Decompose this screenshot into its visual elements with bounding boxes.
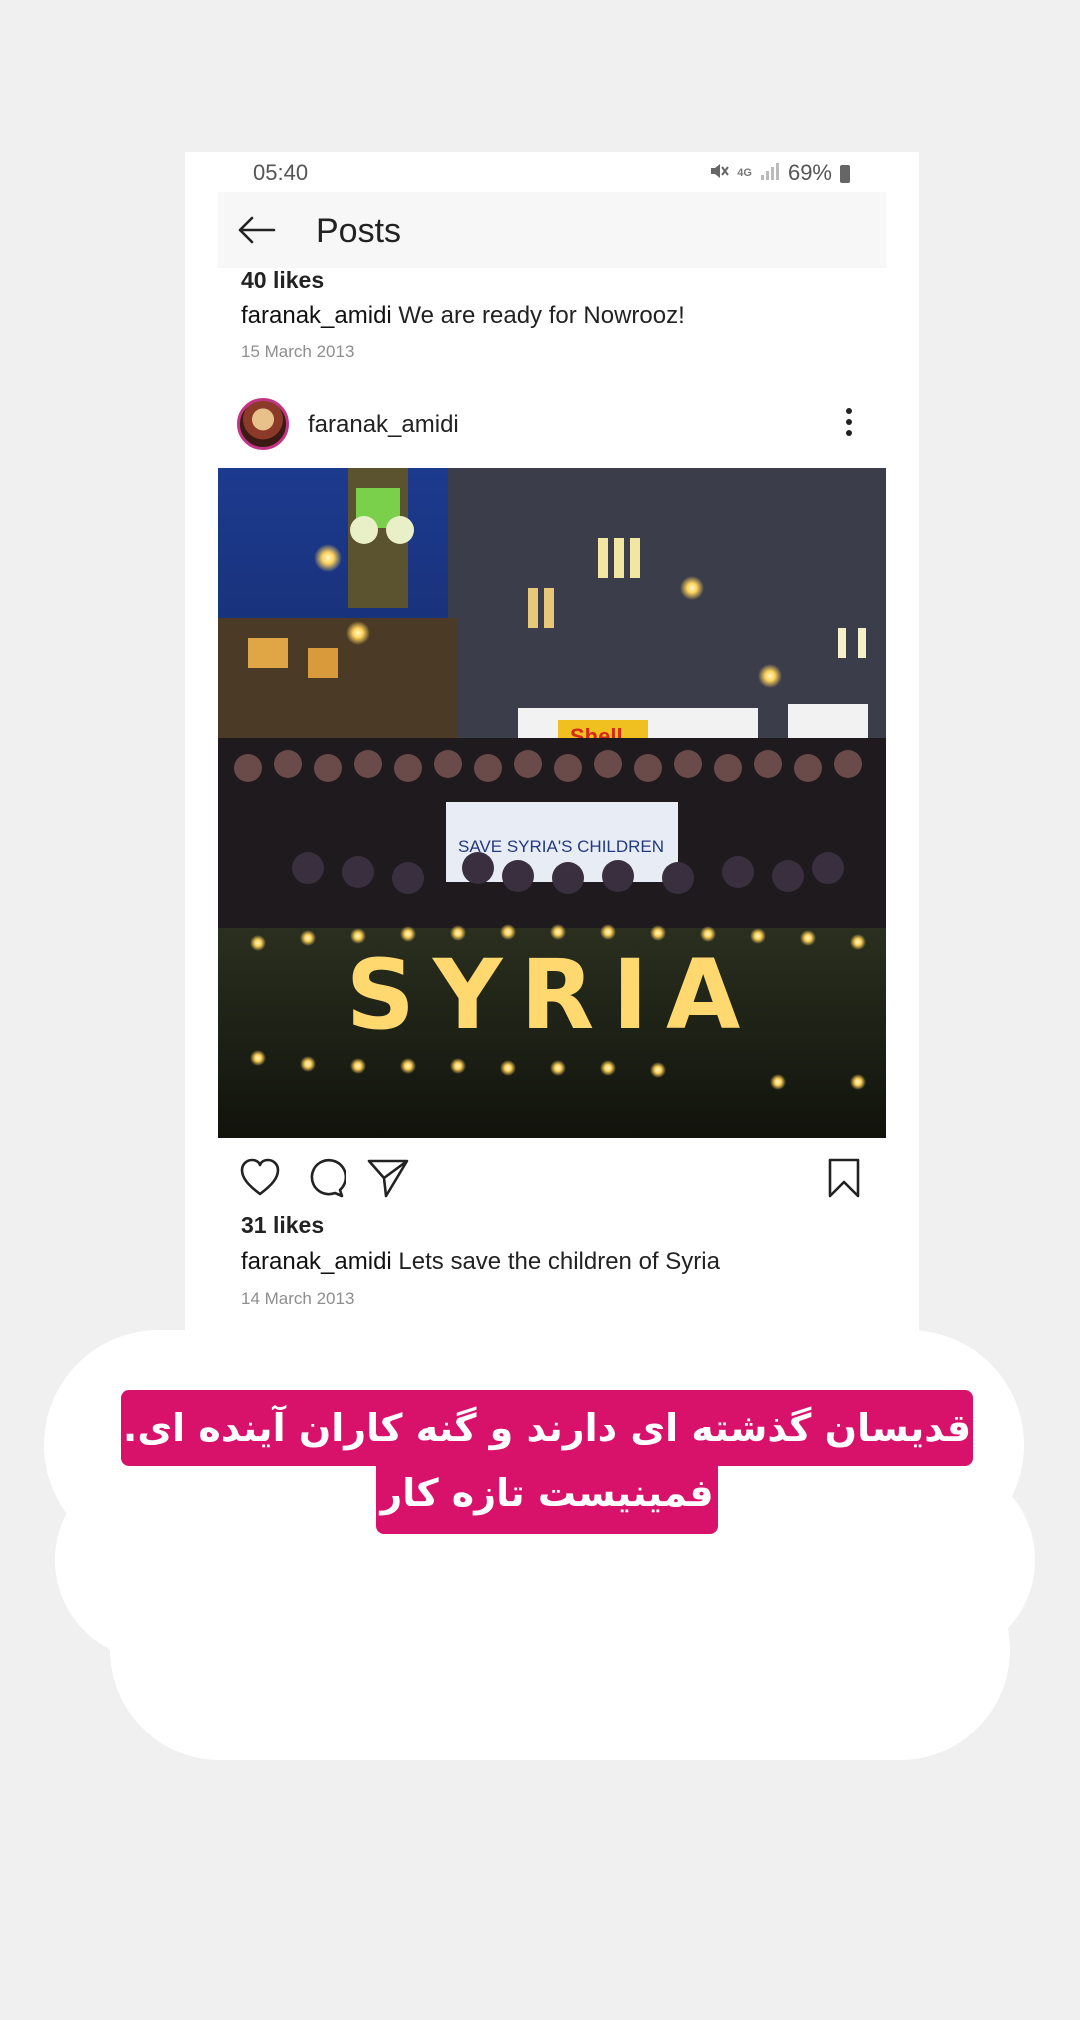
status-time: 05:40 [253,160,309,185]
post-date: 14 March 2013 [241,1289,355,1308]
post-image[interactable]: Shell SAVE SYRIA'S CHILDREN SYRIA [218,468,886,1138]
signal-icon [760,162,780,185]
previous-post-likes[interactable]: 40 likes [241,267,324,294]
caption-text: Lets save the children of Syria [398,1248,720,1275]
instagram-screen: 05:40 4G 69% Posts 40 likes faranak_amid… [218,152,886,1352]
more-vertical-icon[interactable] [844,408,854,440]
avatar[interactable] [237,398,289,450]
caption-text: We are ready for Nowrooz! [398,302,685,329]
bookmark-icon[interactable] [822,1156,866,1200]
caption-username[interactable]: faranak_amidi [241,302,392,329]
network-4g-icon: 4G [737,167,752,179]
share-icon[interactable] [366,1156,410,1200]
post-username[interactable]: faranak_amidi [308,411,459,439]
post-screenshot: 05:40 4G 69% Posts 40 likes faranak_amid… [185,152,919,1362]
comment-icon[interactable] [302,1156,346,1200]
post-likes[interactable]: 31 likes [241,1212,324,1239]
page-title: Posts [316,212,402,250]
candle-lettering: SYRIA [346,939,759,1051]
app-bar: Posts [218,192,886,268]
arrow-left-icon[interactable] [236,210,276,250]
caption-username[interactable]: faranak_amidi [241,1248,392,1275]
status-bar: 05:40 4G 69% [218,152,886,192]
overlay-caption-line1: قدیسان گذشته ای دارند و گنه کاران آینده … [121,1390,973,1466]
previous-post-date: 15 March 2013 [241,342,355,361]
post-caption: faranak_amidi Lets save the children of … [241,1248,720,1276]
previous-post-caption: faranak_amidi We are ready for Nowrooz! [241,302,685,330]
battery-icon [840,165,850,183]
battery-percent: 69% [787,160,832,185]
vigil-banner-text: SAVE SYRIA'S CHILDREN [458,837,664,856]
heart-icon[interactable] [238,1156,282,1200]
status-icons: 4G 69% [709,160,850,186]
post-actions [218,1152,886,1208]
overlay-caption-line2: فمینیست تازه کار [376,1458,718,1534]
mute-icon [709,161,730,186]
post-header: faranak_amidi [218,388,886,460]
